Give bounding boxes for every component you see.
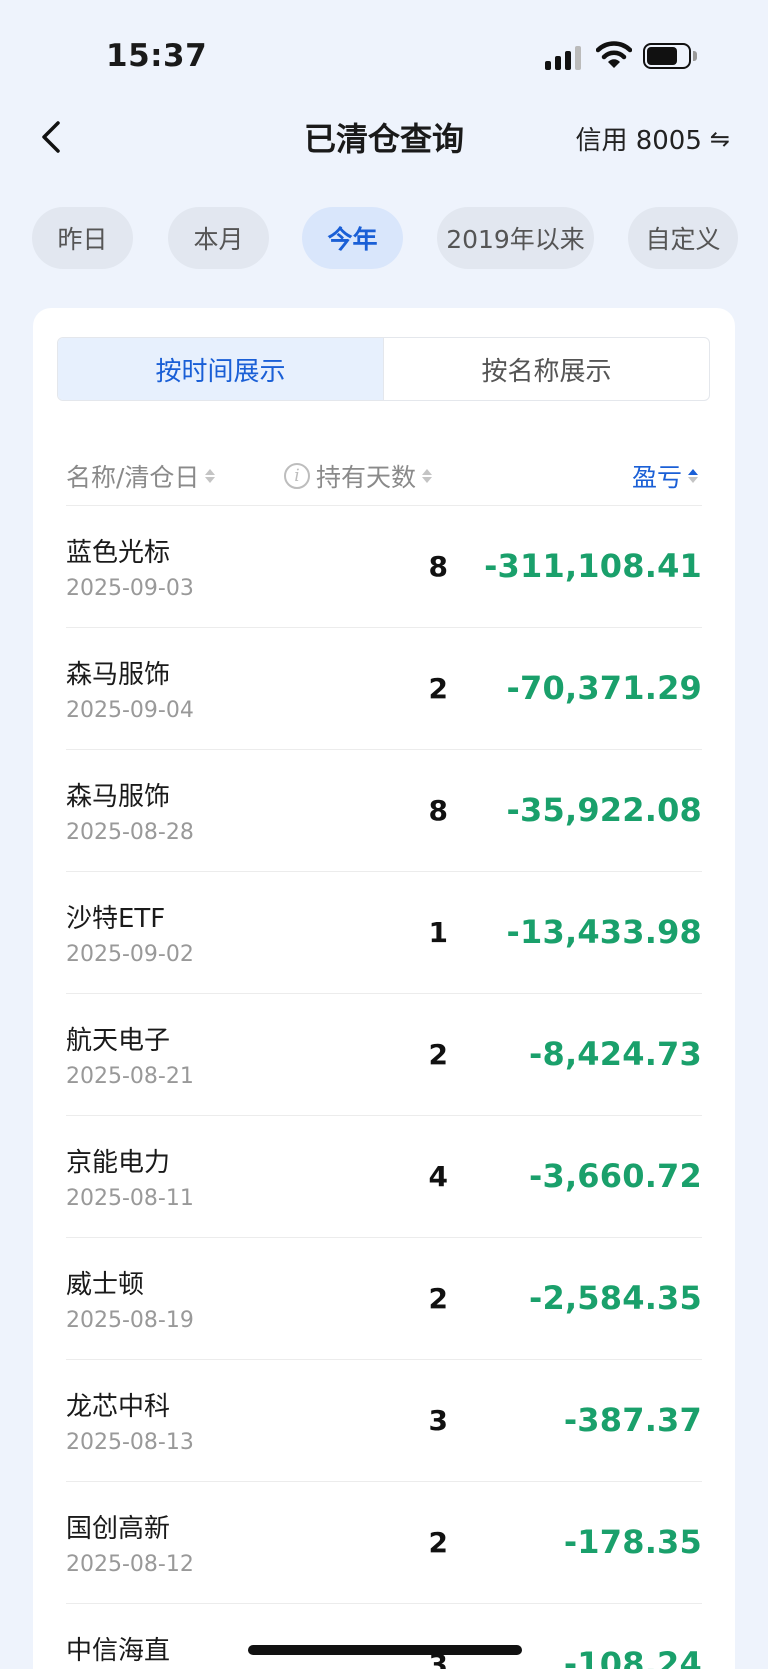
stock-name: 蓝色光标 (66, 538, 171, 568)
profit-loss: -108.24 (563, 1645, 702, 1669)
clear-date: 2025-09-03 (66, 576, 194, 601)
stock-name: 森马服饰 (66, 660, 171, 690)
table-row[interactable]: 龙芯中科 2025-08-13 3 -387.37 (66, 1360, 702, 1482)
stock-name: 中信海直 (66, 1636, 171, 1666)
profit-loss: -2,584.35 (529, 1279, 702, 1317)
sort-icon (205, 469, 216, 483)
profit-loss: -13,433.98 (506, 913, 702, 951)
profit-loss: -3,660.72 (529, 1157, 702, 1195)
view-mode-toggle: 按时间展示 按名称展示 (57, 337, 710, 401)
clear-date: 2025-09-04 (66, 698, 194, 723)
cleared-positions-card: 按时间展示 按名称展示 名称/清仓日 i 持有天数 盈亏 蓝色光标 2025-0… (33, 308, 735, 1669)
hold-days: 2 (428, 1038, 448, 1071)
view-by-time-button[interactable]: 按时间展示 (58, 338, 383, 400)
tab-yesterday[interactable]: 昨日 (32, 207, 133, 269)
battery-icon (643, 43, 697, 69)
hold-days: 8 (428, 794, 448, 827)
clear-date: 2025-08-21 (66, 1064, 194, 1089)
hold-days: 3 (428, 1404, 448, 1437)
status-time: 15:37 (106, 38, 208, 74)
period-filter-tabs: 昨日 本月 今年 2019年以来 自定义 (32, 207, 768, 269)
clear-date: 2025-08-28 (66, 820, 194, 845)
clear-date: 2025-08-12 (66, 1552, 194, 1577)
wifi-icon (596, 41, 632, 68)
table-row[interactable]: 京能电力 2025-08-11 4 -3,660.72 (66, 1116, 702, 1238)
table-row[interactable]: 国创高新 2025-08-12 2 -178.35 (66, 1482, 702, 1604)
swap-icon: ⇋ (709, 124, 730, 153)
stock-name: 森马服饰 (66, 782, 171, 812)
tab-since-2019[interactable]: 2019年以来 (437, 207, 594, 269)
hold-days: 2 (428, 672, 448, 705)
table-row[interactable]: 航天电子 2025-08-21 2 -8,424.73 (66, 994, 702, 1116)
column-name-date[interactable]: 名称/清仓日 (66, 458, 216, 494)
column-pnl[interactable]: 盈亏 (632, 458, 698, 494)
tab-this-year[interactable]: 今年 (302, 207, 403, 269)
view-by-name-button[interactable]: 按名称展示 (383, 338, 709, 400)
clear-date: 2025-08-13 (66, 1430, 194, 1455)
column-name-date-label: 名称/清仓日 (66, 463, 200, 492)
hold-days: 1 (428, 916, 448, 949)
column-hold-days[interactable]: i 持有天数 (284, 458, 433, 494)
table-row[interactable]: 蓝色光标 2025-09-03 8 -311,108.41 (66, 506, 702, 628)
table-row[interactable]: 中信海直 3 -108.24 (66, 1604, 702, 1669)
home-indicator[interactable] (248, 1645, 522, 1655)
cellular-signal-icon (545, 44, 583, 70)
profit-loss: -70,371.29 (506, 669, 702, 707)
hold-days: 2 (428, 1526, 448, 1559)
sort-ascending-icon (688, 469, 698, 483)
account-label: 信用 8005 (575, 126, 702, 156)
table-row[interactable]: 森马服饰 2025-08-28 8 -35,922.08 (66, 750, 702, 872)
hold-days: 8 (428, 550, 448, 583)
table-row[interactable]: 森马服饰 2025-09-04 2 -70,371.29 (66, 628, 702, 750)
stock-name: 国创高新 (66, 1514, 171, 1544)
profit-loss: -8,424.73 (529, 1035, 702, 1073)
clear-date: 2025-08-19 (66, 1308, 194, 1333)
clear-date: 2025-08-11 (66, 1186, 194, 1211)
profit-loss: -178.35 (563, 1523, 702, 1561)
table-row[interactable]: 沙特ETF 2025-09-02 1 -13,433.98 (66, 872, 702, 994)
cleared-positions-list: 蓝色光标 2025-09-03 8 -311,108.41 森马服饰 2025-… (66, 506, 702, 1669)
tab-this-month[interactable]: 本月 (168, 207, 269, 269)
hold-days: 4 (428, 1160, 448, 1193)
clear-date: 2025-09-02 (66, 942, 194, 967)
table-row[interactable]: 威士顿 2025-08-19 2 -2,584.35 (66, 1238, 702, 1360)
stock-name: 京能电力 (66, 1148, 171, 1178)
stock-name: 威士顿 (66, 1270, 145, 1300)
stock-name: 龙芯中科 (66, 1392, 171, 1422)
stock-name: 沙特ETF (66, 904, 166, 934)
status-bar: 15:37 (0, 0, 768, 110)
stock-name: 航天电子 (66, 1026, 171, 1056)
profit-loss: -387.37 (563, 1401, 702, 1439)
info-icon[interactable]: i (284, 463, 310, 489)
tab-custom[interactable]: 自定义 (628, 207, 738, 269)
profit-loss: -35,922.08 (506, 791, 702, 829)
column-hold-days-label: 持有天数 (316, 463, 417, 492)
profit-loss: -311,108.41 (484, 547, 702, 585)
sort-icon (422, 469, 433, 483)
account-switch-button[interactable]: 信用 8005 ⇋ (575, 120, 730, 157)
column-pnl-label: 盈亏 (631, 463, 682, 492)
table-header: 名称/清仓日 i 持有天数 盈亏 (66, 446, 702, 506)
hold-days: 2 (428, 1282, 448, 1315)
